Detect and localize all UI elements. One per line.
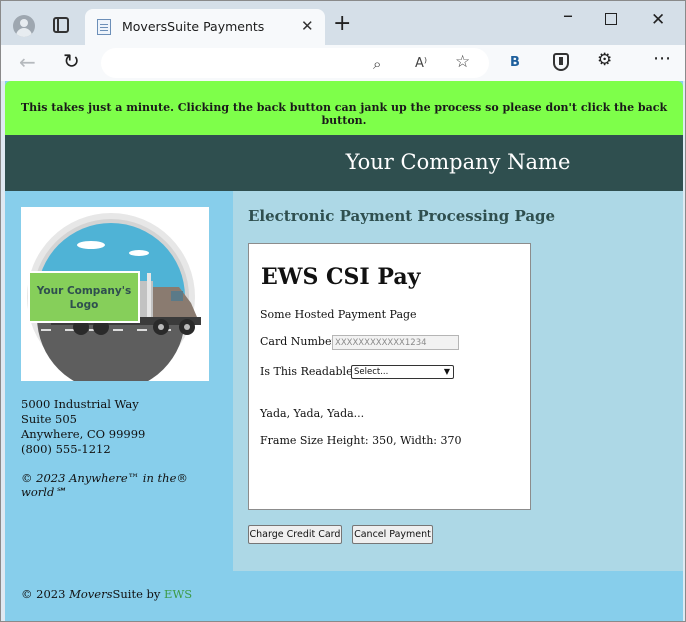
tab-actions-icon[interactable] xyxy=(53,17,69,33)
profile-icon[interactable] xyxy=(13,15,35,37)
readable-select[interactable]: Select... ▼ xyxy=(351,365,454,379)
extension-b-icon[interactable]: B xyxy=(510,55,520,70)
card-number-input[interactable] xyxy=(332,335,459,350)
tab-bar: MoversSuite Payments ✕ + – ✕ xyxy=(1,1,685,45)
page-footer: © 2023 MoversSuite by EWS xyxy=(5,571,683,621)
logo-text-line2: Logo xyxy=(70,299,99,311)
address-line1: 5000 Industrial Way xyxy=(21,397,139,411)
company-name-title: Your Company Name xyxy=(345,150,571,174)
warning-banner: This takes just a minute. Clicking the b… xyxy=(5,81,683,135)
phone-number: (800) 555-1212 xyxy=(21,442,111,456)
read-aloud-icon[interactable]: A⁾ xyxy=(415,56,427,71)
address-line2: Suite 505 xyxy=(21,412,77,426)
readable-select-value: Select... xyxy=(354,367,389,377)
page-header: Your Company Name xyxy=(5,135,683,191)
page-title: Electronic Payment Processing Page xyxy=(248,207,556,225)
maximize-icon[interactable] xyxy=(605,13,617,25)
payment-panel: Electronic Payment Processing Page EWS C… xyxy=(233,191,683,571)
frame-size-text: Frame Size Height: 350, Width: 370 xyxy=(260,434,462,447)
page-favicon-icon xyxy=(97,19,111,35)
extensions-puzzle-icon[interactable]: ⚙ xyxy=(597,50,612,70)
browser-toolbar: ← ↻ ⌕ A⁾ ☆ B ⚙ ⋯ xyxy=(1,45,685,81)
back-arrow-icon[interactable]: ← xyxy=(19,50,36,74)
cancel-payment-button[interactable]: Cancel Payment xyxy=(352,525,433,544)
sidebar: Your Company's Logo 5000 Industrial Way … xyxy=(5,191,233,571)
new-tab-icon[interactable]: + xyxy=(333,13,351,35)
address-line3: Anywhere, CO 99999 xyxy=(21,427,146,441)
footer-prefix: © 2023 xyxy=(21,587,70,601)
footer-ews-link[interactable]: EWS xyxy=(164,587,192,601)
window-close-icon[interactable]: ✕ xyxy=(651,10,665,30)
footer-brand-italic: Movers xyxy=(69,587,113,601)
refresh-icon[interactable]: ↻ xyxy=(63,49,80,73)
browser-tab[interactable]: MoversSuite Payments ✕ xyxy=(85,9,325,45)
favorite-star-icon[interactable]: ☆ xyxy=(455,52,470,72)
banner-text: This takes just a minute. Clicking the b… xyxy=(20,101,668,127)
footer-copyright: © 2023 MoversSuite by EWS xyxy=(21,587,192,601)
minimize-icon[interactable]: – xyxy=(563,3,573,27)
browser-window: MoversSuite Payments ✕ + – ✕ ← ↻ ⌕ A⁾ ☆ … xyxy=(0,0,686,622)
footer-brand-rest: Suite by xyxy=(112,587,165,601)
zoom-icon[interactable]: ⌕ xyxy=(373,55,381,73)
address-bar[interactable]: ⌕ A⁾ ☆ xyxy=(101,48,489,78)
readable-label: Is This Readable?: xyxy=(260,365,363,378)
web-page: This takes just a minute. Clicking the b… xyxy=(5,81,683,621)
company-address: 5000 Industrial Way Suite 505 Anywhere, … xyxy=(21,397,145,457)
company-tagline: © 2023 Anywhere™ in the® world℠ xyxy=(21,471,188,499)
company-logo: Your Company's Logo xyxy=(21,207,209,391)
hosted-page-text: Some Hosted Payment Page xyxy=(260,308,417,321)
tab-title: MoversSuite Payments xyxy=(122,19,265,34)
yada-text: Yada, Yada, Yada... xyxy=(260,407,365,420)
shield-extension-icon[interactable] xyxy=(553,53,569,71)
truck-logo-graphic: Your Company's Logo xyxy=(27,213,201,391)
chevron-down-icon: ▼ xyxy=(443,367,450,376)
more-menu-icon[interactable]: ⋯ xyxy=(653,48,672,69)
hosted-payment-frame: EWS CSI Pay Some Hosted Payment Page Car… xyxy=(248,243,531,510)
logo-text-line1: Your Company's xyxy=(36,285,131,297)
charge-credit-card-button[interactable]: Charge Credit Card xyxy=(248,525,342,544)
frame-title: EWS CSI Pay xyxy=(261,264,421,290)
tab-close-icon[interactable]: ✕ xyxy=(301,17,314,35)
card-number-label: Card Number: xyxy=(260,335,341,348)
